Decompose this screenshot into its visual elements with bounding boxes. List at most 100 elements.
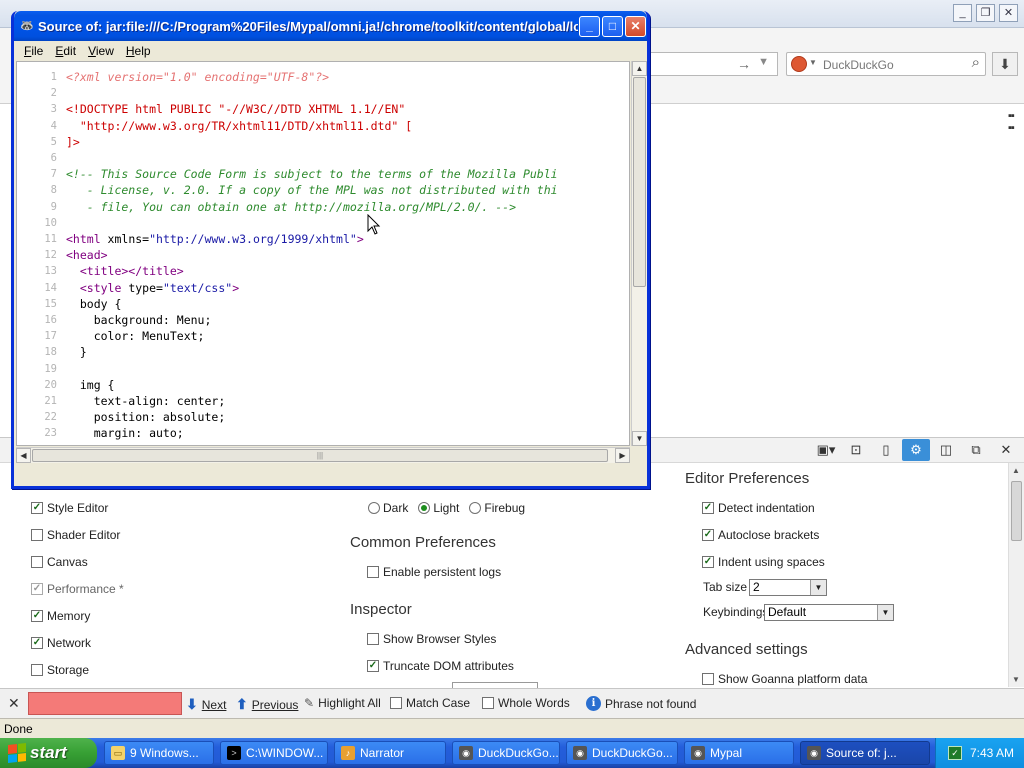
minimize-button[interactable]: _ (579, 16, 600, 37)
taskbar-button-duckduckgo[interactable]: ◉ DuckDuckGo... (566, 741, 678, 765)
taskbar-button-duckduckgo[interactable]: ◉ DuckDuckGo... (452, 741, 560, 765)
dock-side-icon[interactable]: ◫ (932, 439, 960, 461)
radio-button[interactable] (469, 502, 482, 514)
device-icon[interactable]: ▯ (872, 439, 900, 461)
menu-help[interactable]: Help (120, 41, 157, 61)
responsive-layout-icon[interactable]: ▣▾ (812, 439, 840, 461)
undock-window-icon[interactable]: ⧉ (962, 439, 990, 461)
taskbar-button-mypal[interactable]: ◉ Mypal (684, 741, 794, 765)
taskbar-button-source-of-j[interactable]: ◉ Source of: j... (800, 741, 930, 765)
settings-gear-icon[interactable]: ⚙ (902, 439, 930, 461)
checkbox[interactable] (31, 664, 43, 676)
engine-dropdown-icon[interactable]: ▼ (809, 58, 817, 67)
option-label: Canvas (47, 555, 88, 569)
taskbar-button-9-windows[interactable]: ▭ 9 Windows... (104, 741, 214, 765)
radio-button[interactable] (368, 502, 380, 514)
scroll-up-icon[interactable]: ▲ (1012, 466, 1020, 475)
scroll-left-icon[interactable]: ◀ (16, 448, 31, 463)
option-storage[interactable]: Storage (31, 663, 89, 677)
search-icon[interactable]: ⌕ (972, 54, 980, 71)
tab-size-select[interactable]: 2 ▼ (749, 579, 827, 596)
go-arrow-icon[interactable]: → (737, 56, 751, 72)
url-bar[interactable]: → ▼ (648, 52, 778, 76)
checkbox[interactable] (31, 529, 43, 541)
source-code-view[interactable]: 1 <?xml version="1.0" encoding="UTF-8"?> 2… (16, 61, 630, 446)
highlight-all-button[interactable]: ✎ Highlight All (304, 696, 381, 710)
option-show-goanna-platform-data[interactable]: Show Goanna platform data (702, 672, 867, 686)
close-button[interactable]: ✕ (625, 16, 646, 37)
tab-grid-icon[interactable]: ▪▪ ▪▪ (1008, 110, 1015, 134)
option-truncate-dom-attributes[interactable]: ✓ Truncate DOM attributes (367, 659, 514, 673)
option-show-browser-styles[interactable]: Show Browser Styles (367, 632, 496, 646)
scroll-down-icon[interactable]: ▼ (1012, 675, 1020, 684)
whole-words-box[interactable] (482, 697, 494, 709)
horizontal-scroll-thumb[interactable]: ||| (32, 449, 608, 462)
match-case-box[interactable] (390, 697, 402, 709)
vertical-scroll-thumb[interactable] (633, 77, 646, 287)
scroll-up-icon[interactable]: ▲ (632, 61, 647, 76)
scratchpad-icon[interactable]: ⊡ (842, 439, 870, 461)
close-findbar-icon[interactable]: ✕ (8, 695, 20, 712)
option-detect-indentation[interactable]: ✓ Detect indentation (702, 501, 815, 515)
find-previous-button[interactable]: ⬆ Previous (236, 696, 298, 713)
scroll-right-icon[interactable]: ▶ (615, 448, 630, 463)
tray-app-icon[interactable]: ✓ (947, 746, 962, 760)
option-shader-editor[interactable]: Shader Editor (31, 528, 120, 542)
option-network[interactable]: ✓ Network (31, 636, 91, 650)
keybindings-select[interactable]: Default ▼ (764, 604, 894, 621)
checkbox[interactable]: ✓ (31, 583, 43, 595)
checkbox[interactable] (367, 633, 379, 645)
maximize-button[interactable]: □ (602, 16, 623, 37)
checkbox[interactable]: ✓ (702, 529, 714, 541)
clock[interactable]: 7:43 AM (970, 746, 1014, 760)
theme-firebug[interactable]: Firebug (469, 501, 525, 515)
devtools-scrollbar[interactable]: ▲ ▼ (1008, 463, 1024, 687)
scroll-down-icon[interactable]: ▼ (632, 431, 647, 446)
search-box[interactable]: ▼ DuckDuckGo ⌕ (786, 52, 986, 76)
option-memory[interactable]: ✓ Memory (31, 609, 90, 623)
browser-minimize-button[interactable]: _ (953, 4, 972, 22)
source-vertical-scrollbar[interactable]: ▲ ▼ (631, 61, 647, 446)
taskbar-button-c-window[interactable]: > C:\WINDOW... (220, 741, 328, 765)
option-style-editor[interactable]: ✓ Style Editor (31, 501, 108, 515)
radio-button[interactable] (418, 502, 431, 514)
menu-view[interactable]: View (82, 41, 120, 61)
start-button[interactable]: start (0, 738, 97, 768)
browser-close-button[interactable]: ✕ (999, 4, 1018, 22)
download-button[interactable]: ⬇ (992, 52, 1018, 76)
history-dropdown-icon[interactable]: ▼ (758, 56, 769, 68)
option-enable-persistent-logs[interactable]: Enable persistent logs (367, 565, 501, 579)
match-case-checkbox[interactable]: Match Case (390, 696, 470, 710)
checkbox[interactable]: ✓ (702, 556, 714, 568)
find-next-button[interactable]: ⬇ Next (186, 696, 226, 713)
theme-dark[interactable]: Dark (368, 501, 408, 515)
scrollbar-thumb[interactable] (1011, 481, 1022, 541)
option-performance[interactable]: ✓ Performance * (31, 582, 124, 596)
code-token: xmlns= (107, 232, 150, 246)
chevron-down-icon[interactable]: ▼ (810, 580, 826, 595)
taskbar-button-narrator[interactable]: ♪ Narrator (334, 741, 446, 765)
menu-edit[interactable]: Edit (49, 41, 82, 61)
checkbox[interactable] (702, 673, 714, 685)
checkbox[interactable] (367, 566, 379, 578)
checkbox[interactable]: ✓ (31, 502, 43, 514)
duckduckgo-engine-icon[interactable] (791, 56, 807, 72)
keybindings-label: Keybindings (703, 605, 769, 619)
find-input[interactable] (28, 692, 182, 715)
option-autoclose-brackets[interactable]: ✓ Autoclose brackets (702, 528, 819, 542)
checkbox[interactable]: ✓ (31, 637, 43, 649)
browser-restore-button[interactable]: ❐ (976, 4, 995, 22)
menu-file[interactable]: File (18, 41, 49, 61)
theme-light[interactable]: Light (418, 501, 459, 515)
source-horizontal-scrollbar[interactable]: ◀ ||| ▶ (16, 447, 630, 463)
checkbox[interactable]: ✓ (31, 610, 43, 622)
option-indent-using-spaces[interactable]: ✓ Indent using spaces (702, 555, 825, 569)
chevron-down-icon[interactable]: ▼ (877, 605, 893, 620)
checkbox[interactable]: ✓ (702, 502, 714, 514)
view-source-titlebar[interactable]: 🦝 Source of: jar:file:///C:/Program%20Fi… (14, 11, 647, 41)
option-canvas[interactable]: Canvas (31, 555, 88, 569)
close-devtools-icon[interactable]: ✕ (992, 439, 1020, 461)
whole-words-checkbox[interactable]: Whole Words (482, 696, 570, 710)
checkbox[interactable]: ✓ (367, 660, 379, 672)
checkbox[interactable] (31, 556, 43, 568)
